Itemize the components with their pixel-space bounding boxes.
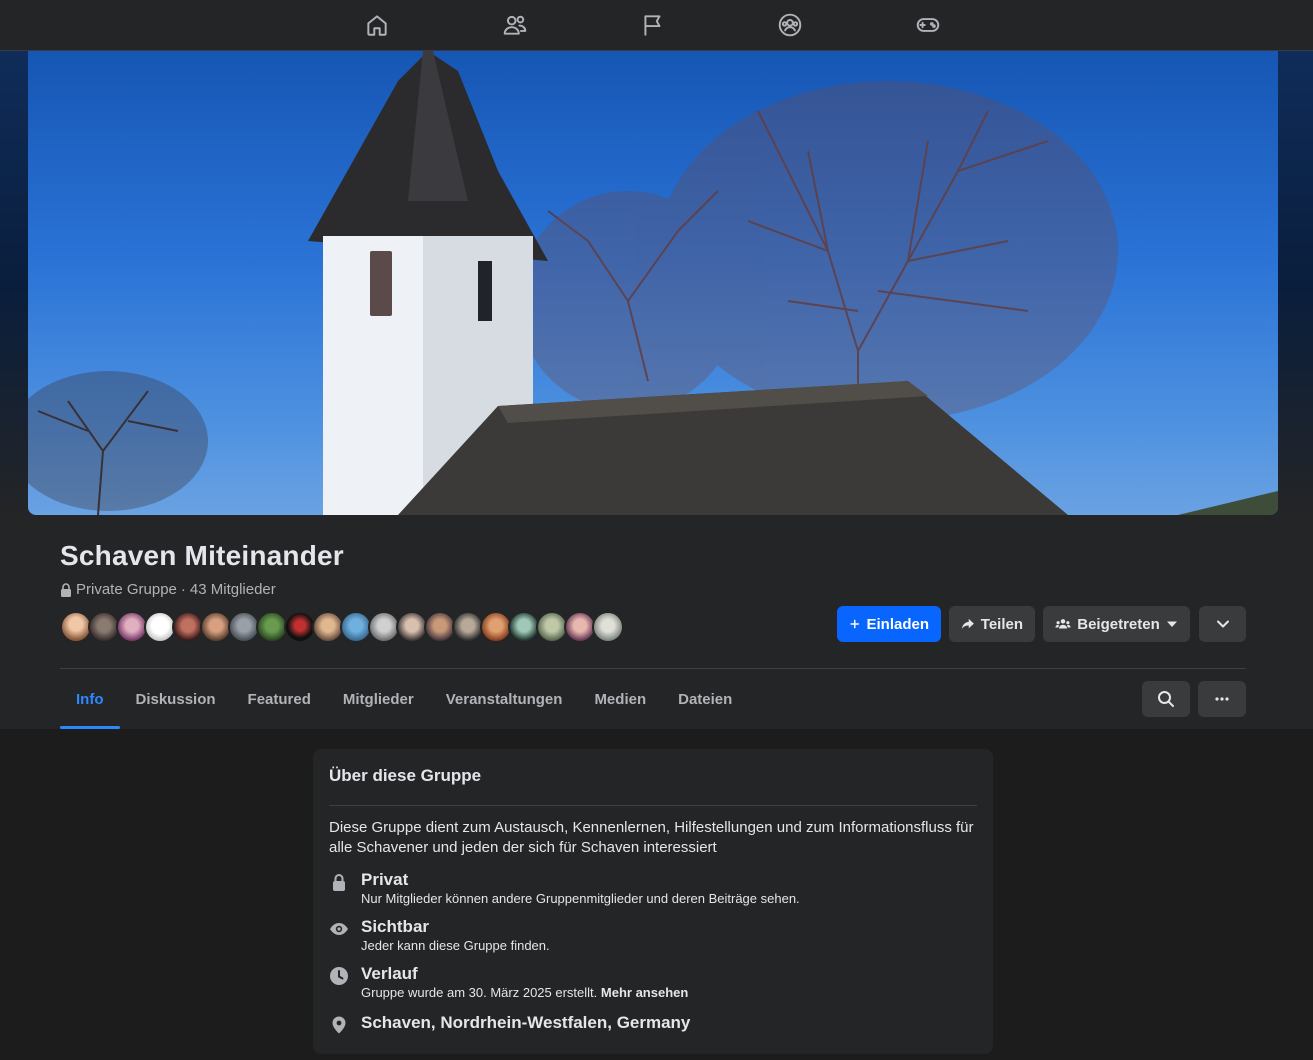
visible-heading: Sichtbar bbox=[361, 917, 430, 936]
about-description: Diese Gruppe dient zum Austausch, Kennen… bbox=[329, 819, 974, 856]
tab-media[interactable]: Medien bbox=[578, 669, 662, 729]
group-header: Schaven Miteinander Private Gruppe · 43 … bbox=[0, 51, 1313, 729]
member-avatars bbox=[60, 611, 624, 643]
history-description: Gruppe wurde am 30. März 2025 erstellt. … bbox=[361, 984, 688, 1002]
joined-label: Beigetreten bbox=[1077, 615, 1160, 633]
group-meta: Private Gruppe · 43 Mitglieder bbox=[60, 581, 276, 598]
share-button[interactable]: Teilen bbox=[949, 606, 1035, 642]
invite-button[interactable]: Einladen bbox=[837, 606, 941, 642]
lock-icon bbox=[61, 582, 71, 597]
plus-icon bbox=[850, 619, 860, 629]
history-created-text: Gruppe wurde am 30. März 2025 erstellt. bbox=[361, 985, 598, 1000]
clock-icon bbox=[329, 966, 349, 986]
private-description: Nur Mitglieder können andere Gruppenmitg… bbox=[361, 891, 800, 906]
about-divider bbox=[329, 805, 977, 806]
info-history: Verlauf Gruppe wurde am 30. März 2025 er… bbox=[329, 964, 688, 1002]
about-title: Über diese Gruppe bbox=[329, 766, 482, 785]
share-arrow-icon bbox=[961, 618, 974, 630]
location-text[interactable]: Schaven, Nordrhein-Westfalen, Germany bbox=[361, 1013, 690, 1033]
group-members-icon bbox=[1055, 619, 1071, 629]
pages-flag-icon[interactable] bbox=[635, 8, 671, 42]
share-label: Teilen bbox=[980, 615, 1023, 633]
friends-icon[interactable] bbox=[497, 8, 533, 42]
about-card: Über diese Gruppe Diese Gruppe dient zum… bbox=[313, 749, 993, 1054]
tab-discussion[interactable]: Diskussion bbox=[120, 669, 232, 729]
group-privacy[interactable]: Private Gruppe bbox=[76, 581, 177, 598]
location-pin-icon bbox=[329, 1015, 349, 1035]
history-heading: Verlauf bbox=[361, 964, 418, 983]
tab-files[interactable]: Dateien bbox=[662, 669, 748, 729]
group-tabs: Info Diskussion Featured Mitglieder Vera… bbox=[60, 669, 748, 729]
invite-label: Einladen bbox=[866, 615, 929, 633]
group-actions: Einladen Teilen Beigetreten bbox=[837, 606, 1246, 642]
tab-info[interactable]: Info bbox=[60, 669, 120, 729]
joined-button[interactable]: Beigetreten bbox=[1043, 606, 1190, 642]
info-private: Privat Nur Mitglieder können andere Grup… bbox=[329, 870, 800, 908]
private-heading: Privat bbox=[361, 870, 409, 889]
tab-tools bbox=[1142, 681, 1246, 717]
group-members-count[interactable]: 43 Mitglieder bbox=[190, 581, 276, 598]
cover-photo-illustration bbox=[28, 51, 1278, 515]
chevron-down-icon bbox=[1216, 620, 1229, 628]
visible-description: Jeder kann diese Gruppe finden. bbox=[361, 938, 550, 953]
caret-down-icon bbox=[1166, 621, 1177, 627]
tab-featured[interactable]: Featured bbox=[232, 669, 327, 729]
groups-icon[interactable] bbox=[772, 8, 808, 42]
search-icon bbox=[1158, 691, 1174, 707]
meta-separator: · bbox=[180, 581, 186, 598]
info-location: Schaven, Nordrhein-Westfalen, Germany bbox=[329, 1013, 690, 1035]
home-icon[interactable] bbox=[359, 8, 395, 42]
lock-icon bbox=[329, 872, 349, 892]
info-visible: Sichtbar Jeder kann diese Gruppe finden. bbox=[329, 917, 550, 955]
top-navigation-bar bbox=[0, 0, 1313, 51]
group-title[interactable]: Schaven Miteinander bbox=[60, 540, 344, 572]
see-more-link[interactable]: Mehr ansehen bbox=[601, 985, 688, 1000]
gaming-icon[interactable] bbox=[910, 8, 946, 42]
eye-icon bbox=[329, 919, 349, 939]
search-button[interactable] bbox=[1142, 681, 1190, 717]
tab-events[interactable]: Veranstaltungen bbox=[430, 669, 579, 729]
avatar[interactable] bbox=[592, 611, 624, 643]
ellipsis-icon bbox=[1215, 697, 1229, 701]
cover-photo[interactable] bbox=[28, 51, 1278, 515]
more-options-dropdown-button[interactable] bbox=[1199, 606, 1246, 642]
tab-members[interactable]: Mitglieder bbox=[327, 669, 430, 729]
more-button[interactable] bbox=[1198, 681, 1246, 717]
